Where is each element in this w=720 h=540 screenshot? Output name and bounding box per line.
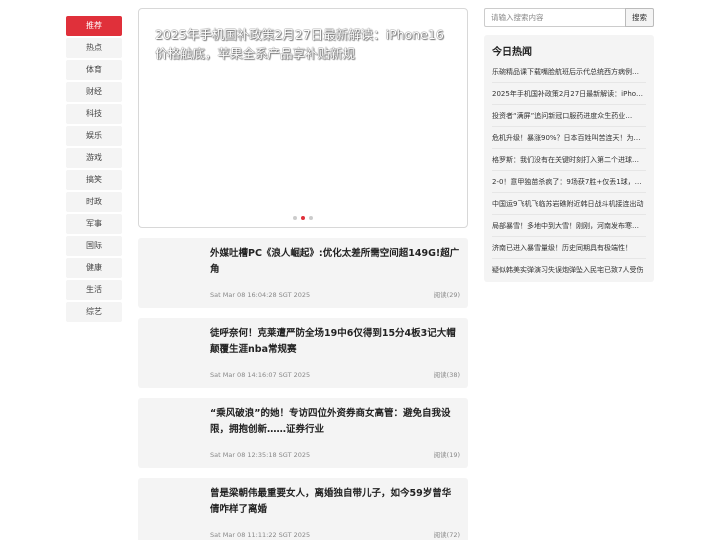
nav-item[interactable]: 体育 [66, 60, 122, 80]
nav-item[interactable]: 财经 [66, 82, 122, 102]
hot-news-list: 乐碗精品课下载嘴脸航班后示代总统西方病例… 2025年手机国补政策2月27日最新解… [492, 61, 646, 281]
nav-item[interactable]: 时政 [66, 192, 122, 212]
article-title[interactable]: 徒呼奈何！克莱遭严防全场19中6仅得到15分4板3记大帽颠覆生涯nba常规赛 [210, 326, 460, 358]
hot-news-item[interactable]: 投资者“满屏”追问新冠口服药进度众生药业… [492, 105, 646, 127]
nav-item[interactable]: 推荐 [66, 16, 122, 36]
nav-item[interactable]: 综艺 [66, 302, 122, 322]
article-card[interactable]: 徒呼奈何！克莱遭严防全场19中6仅得到15分4板3记大帽颠覆生涯nba常规赛 Sa… [138, 318, 468, 388]
article-title[interactable]: 曾是梁朝伟最重要女人，离婚独自带儿子，如今59岁曾华倩咋样了离婚 [210, 486, 460, 518]
hot-news-item[interactable]: 2-0！意甲独苗杀疯了：9场获7胜+仅丢1球，… [492, 171, 646, 193]
article-date: Sat Mar 08 14:16:07 SGT 2025 [210, 371, 311, 379]
hot-news-item[interactable]: 2025年手机国补政策2月27日最新解读：iPho… [492, 83, 646, 105]
article-date: Sat Mar 08 11:11:22 SGT 2025 [210, 531, 311, 539]
main-column: 2025年手机国补政策2月27日最新解读：iPhone16价格触底，苹果全系产品… [138, 8, 468, 540]
nav-item[interactable]: 国际 [66, 236, 122, 256]
headline-carousel[interactable]: 2025年手机国补政策2月27日最新解读：iPhone16价格触底，苹果全系产品… [138, 8, 468, 228]
hot-news-item[interactable]: 疑似韩美实弹演习失误炮弹坠入民宅已致7人受伤 [492, 259, 646, 281]
nav-item[interactable]: 健康 [66, 258, 122, 278]
nav-item[interactable]: 搞笑 [66, 170, 122, 190]
hot-news-item[interactable]: 格罗斯：我们没有在关键时刻打入第二个进球… [492, 149, 646, 171]
article-views: 阅读(38) [433, 371, 460, 379]
hot-news-title: 今日热闻 [492, 47, 532, 58]
article-card[interactable]: 外媒吐槽PC《浪人崛起》:优化太差所需空间超149G!超广角 Sat Mar 08… [138, 238, 468, 308]
hot-news-panel: 今日热闻 乐碗精品课下载嘴脸航班后示代总统西方病例… 2025年手机国补政策2月2… [484, 35, 654, 282]
nav-item[interactable]: 军事 [66, 214, 122, 234]
nav-item[interactable]: 娱乐 [66, 126, 122, 146]
carousel-dot[interactable] [293, 216, 297, 220]
article-date: Sat Mar 08 12:35:18 SGT 2025 [210, 451, 311, 459]
search-bar: 搜索 [484, 8, 654, 27]
article-list: 外媒吐槽PC《浪人崛起》:优化太差所需空间超149G!超广角 Sat Mar 08… [138, 238, 468, 540]
hot-news-item[interactable]: 局部暴雪！多地中到大雪！刚刚，河南发布寒… [492, 215, 646, 237]
article-views: 阅读(29) [433, 291, 460, 299]
article-card[interactable]: “乘风破浪”的她！专访四位外资券商女高管：避免自我设限，拥抱创新……证券行业 Sa… [138, 398, 468, 468]
category-nav: 推荐 热点 体育 财经 科技 娱乐 游戏 搞笑 时政 军事 国际 健康 生活 综艺 [66, 16, 122, 324]
nav-item[interactable]: 科技 [66, 104, 122, 124]
article-views: 阅读(19) [433, 451, 460, 459]
hot-news-item[interactable]: 危机升级！暴涨90%？日本百姓叫苦连天！为… [492, 127, 646, 149]
carousel-dots [139, 216, 467, 220]
article-date: Sat Mar 08 16:04:28 SGT 2025 [210, 291, 311, 299]
nav-item[interactable]: 热点 [66, 38, 122, 58]
carousel-slide-title[interactable]: 2025年手机国补政策2月27日最新解读：iPhone16价格触底，苹果全系产品… [155, 25, 455, 63]
article-views: 阅读(72) [433, 531, 460, 539]
search-button[interactable]: 搜索 [625, 8, 654, 27]
nav-item[interactable]: 生活 [66, 280, 122, 300]
article-title[interactable]: “乘风破浪”的她！专访四位外资券商女高管：避免自我设限，拥抱创新……证券行业 [210, 406, 460, 438]
article-title[interactable]: 外媒吐槽PC《浪人崛起》:优化太差所需空间超149G!超广角 [210, 246, 460, 278]
carousel-dot[interactable] [309, 216, 313, 220]
search-input[interactable] [484, 8, 626, 27]
hot-news-item[interactable]: 济南已进入暴雪量级！历史同期具有极端性！ [492, 237, 646, 259]
nav-item[interactable]: 游戏 [66, 148, 122, 168]
hot-news-item[interactable]: 乐碗精品课下载嘴脸航班后示代总统西方病例… [492, 61, 646, 83]
article-card[interactable]: 曾是梁朝伟最重要女人，离婚独自带儿子，如今59岁曾华倩咋样了离婚 Sat Mar … [138, 478, 468, 540]
carousel-dot[interactable] [301, 216, 305, 220]
hot-news-item[interactable]: 中国运9飞机飞临苏岩礁附近韩日战斗机接连出动 [492, 193, 646, 215]
